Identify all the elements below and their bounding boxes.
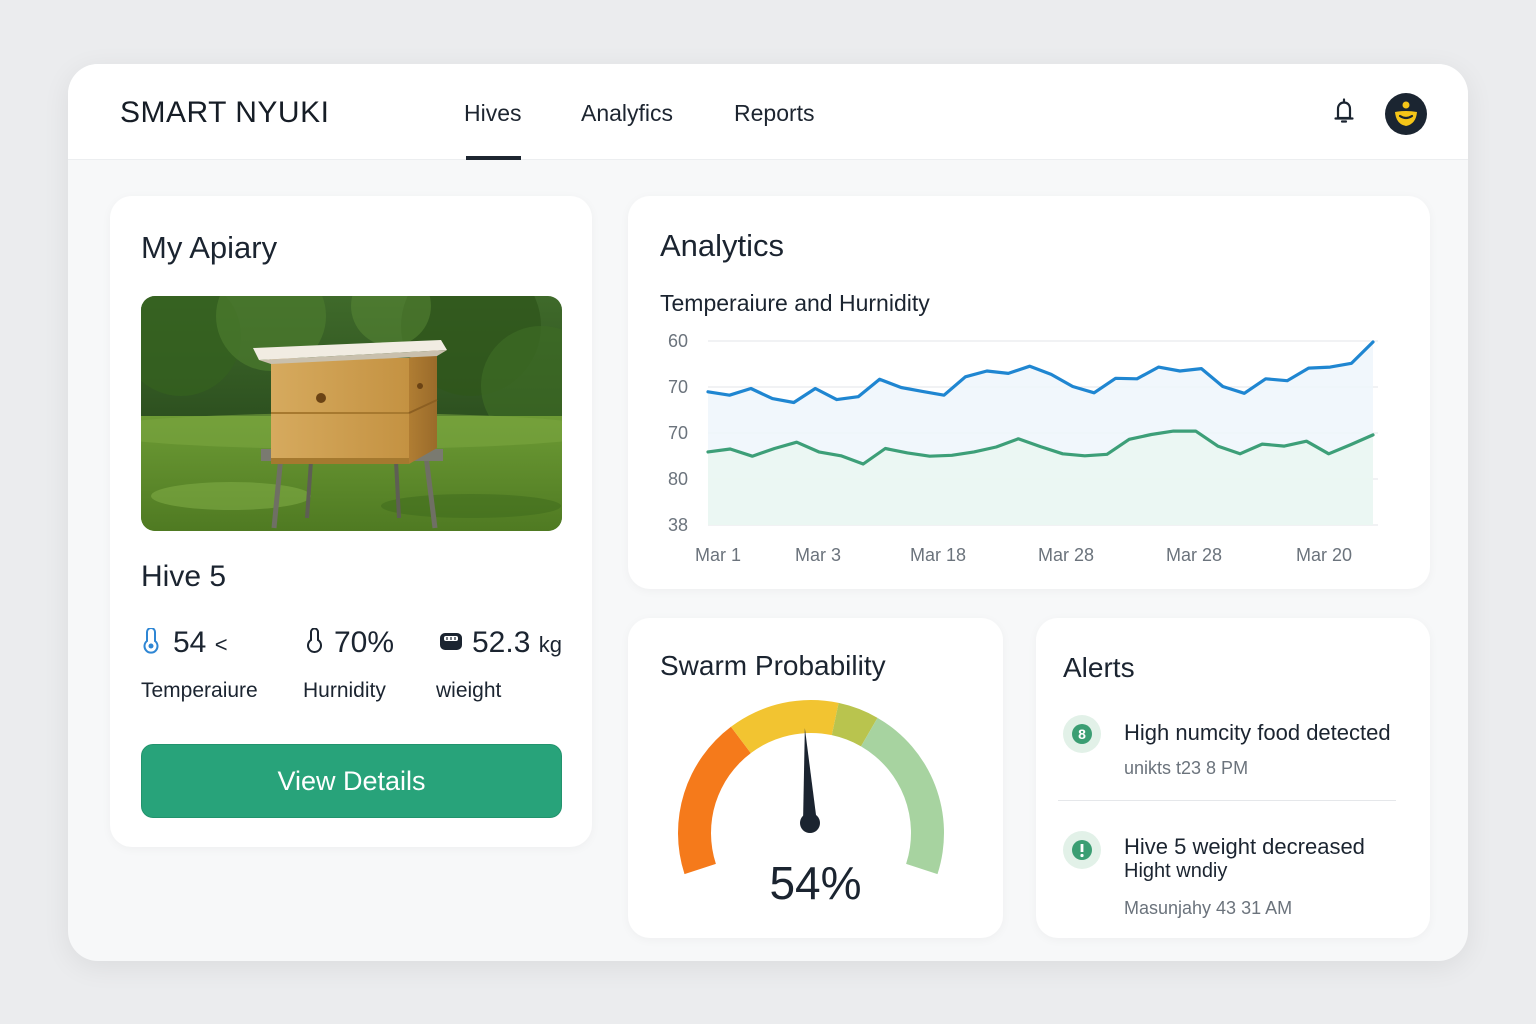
- x-tick-label: Mar 3: [795, 545, 841, 565]
- beehive-image: [141, 296, 562, 531]
- gauge-segment: [678, 726, 751, 875]
- analytics-card: Analytics Temperaiure and Hurnidity 60 70…: [628, 196, 1430, 589]
- info-badge-icon[interactable]: [1063, 831, 1101, 869]
- tab-hives[interactable]: Hives: [464, 100, 522, 127]
- alerts-card-title: Alerts: [1063, 652, 1135, 683]
- avatar[interactable]: [1385, 93, 1427, 135]
- alert-time: unikts t23 8 PM: [1124, 758, 1249, 778]
- humidity-label: Hurnidity: [303, 679, 386, 702]
- y-tick-label: 60: [668, 331, 688, 351]
- weight-label: wieight: [436, 679, 502, 702]
- x-tick-label: Mar 28: [1038, 545, 1094, 565]
- svg-text:8: 8: [1078, 726, 1086, 742]
- hive-name: Hive 5: [141, 560, 227, 593]
- tab-reports[interactable]: Reports: [734, 100, 815, 127]
- app-window: SMART NYUKI Hives Analyfics Reports My A…: [68, 64, 1468, 961]
- gauge-segment: [861, 717, 944, 875]
- y-tick-label: 38: [668, 515, 688, 535]
- hive-photo: [141, 296, 562, 531]
- gauge-segment: [730, 700, 839, 754]
- top-navigation-bar: SMART NYUKI Hives Analyfics Reports: [68, 64, 1468, 160]
- alert-title[interactable]: Hive 5 weight decreased: [1124, 834, 1365, 860]
- x-tick-label: Mar 28: [1166, 545, 1222, 565]
- thermometer-icon: [143, 628, 159, 654]
- alert-badge-icon[interactable]: 8: [1063, 715, 1101, 753]
- y-tick-label: 70: [668, 423, 688, 443]
- y-tick-label: 80: [668, 469, 688, 489]
- tab-analytics[interactable]: Analyfics: [581, 100, 673, 127]
- alert-title[interactable]: High numcity food detected: [1124, 720, 1391, 746]
- droplet-icon: [307, 628, 322, 653]
- gauge-needle: [803, 728, 817, 824]
- alerts-card: Alerts 8 High numcity food detected unik…: [1036, 618, 1430, 938]
- weight-value: 52.3 kg: [472, 626, 562, 660]
- swarm-probability-card: Swarm Probability 54%: [628, 618, 1003, 938]
- alert-subtitle: Hight wndiy: [1124, 860, 1228, 882]
- temperature-unit: <: [214, 632, 228, 657]
- scale-icon: [440, 633, 462, 650]
- y-tick-label: 70: [668, 377, 688, 397]
- humidity-value: 70%: [334, 626, 395, 659]
- alert-divider: [1058, 800, 1396, 801]
- apiary-card: My Apiary Hive 5 54 < Temperaiure 70% Hu…: [110, 196, 592, 847]
- gauge-needle-hub: [800, 813, 820, 833]
- temperature-label: Temperaiure: [141, 679, 258, 702]
- brand-logo-text: SMART NYUKI: [120, 96, 330, 129]
- temperature-number: 54: [173, 626, 207, 659]
- avatar-bee-icon: [1395, 101, 1417, 126]
- active-tab-indicator: [466, 156, 521, 160]
- bell-icon[interactable]: [1332, 98, 1356, 126]
- temperature-value: 54 <: [173, 626, 228, 660]
- apiary-card-title: My Apiary: [141, 230, 278, 265]
- weight-unit: kg: [538, 632, 562, 657]
- swarm-probability-value: 54%: [769, 857, 862, 909]
- x-tick-label: Mar 1: [695, 545, 741, 565]
- x-tick-label: Mar 20: [1296, 545, 1352, 565]
- weight-number: 52.3: [472, 626, 531, 659]
- alert-time: Masunjahy 43 31 AM: [1124, 898, 1293, 918]
- x-tick-label: Mar 18: [910, 545, 966, 565]
- temperature-humidity-chart: 60 70 70 80 38 Mar 1 Mar 3 Mar 18 Mar 28 Mar 28 Ma…: [668, 331, 1378, 565]
- view-details-button[interactable]: View Details: [141, 744, 562, 818]
